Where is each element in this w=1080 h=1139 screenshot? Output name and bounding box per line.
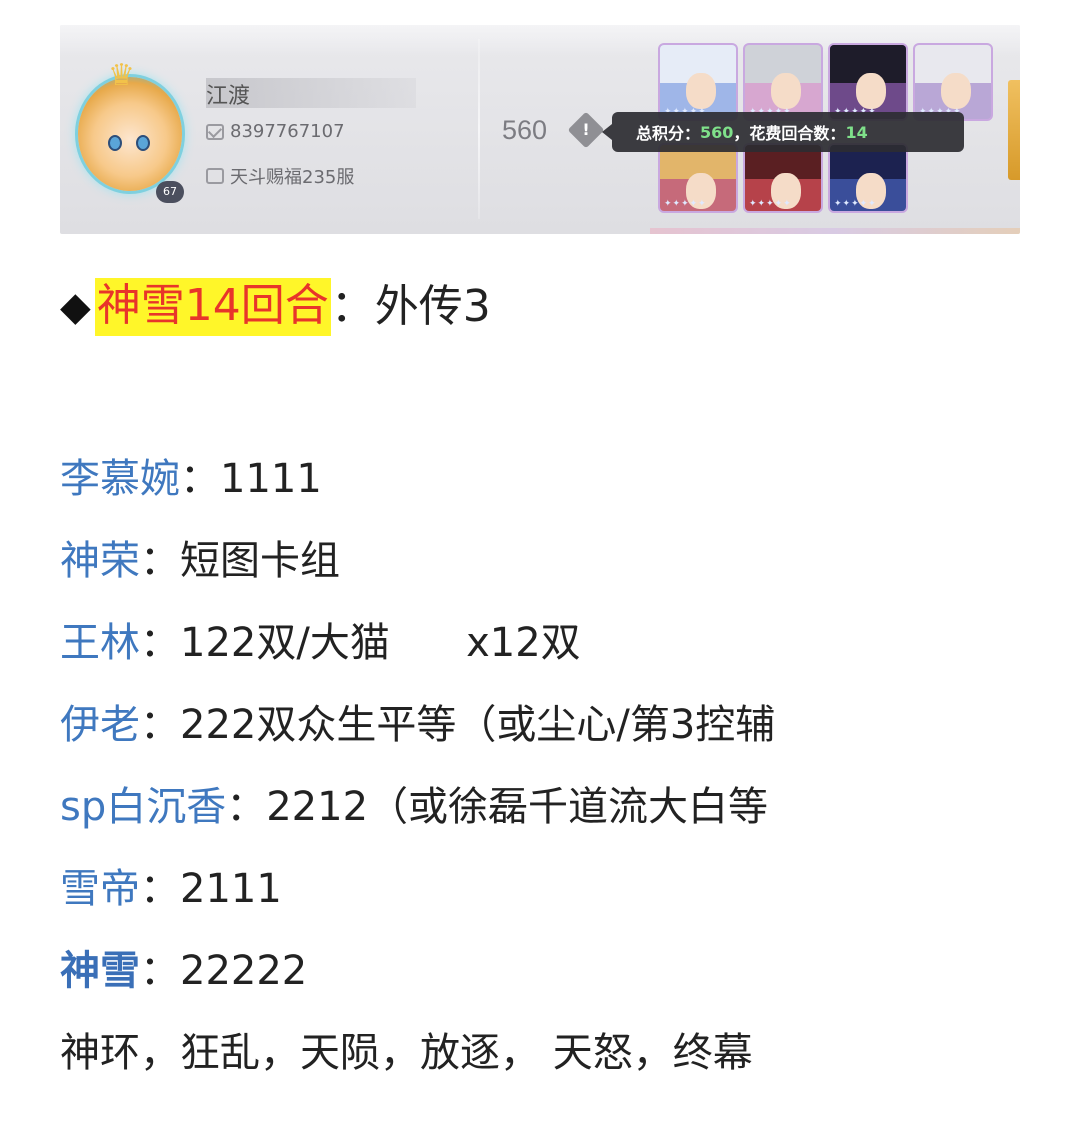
next-row-peek: [650, 228, 1020, 234]
hero-card[interactable]: ✦✦✦✦✦: [658, 143, 738, 213]
hero-card[interactable]: ✦✦✦✦✦: [658, 43, 738, 121]
hero-card[interactable]: ✦✦✦✦✦: [913, 43, 993, 121]
line-value: 短图卡组: [180, 538, 340, 584]
tooltip-rounds-label: ，花费回合数：: [733, 124, 846, 143]
hero-name: 雪帝: [60, 866, 140, 912]
line-value: 2212（或徐磊千道流大白等: [266, 784, 769, 830]
skill-list: 神环，狂乱，天陨，放逐， 天怒，终幕: [60, 1030, 753, 1076]
line-value: 22222: [180, 948, 308, 994]
line-value: 1111: [220, 456, 322, 502]
server-name: 天斗赐福235服: [230, 167, 355, 188]
heading-highlight: 神雪14回合: [94, 278, 331, 336]
server-icon: [206, 168, 224, 184]
player-id: 8397767107: [230, 121, 345, 142]
heading-subtitle: 外传3: [374, 281, 491, 332]
hero-name: 李慕婉: [60, 456, 180, 502]
line-value: 222双众生平等（或尘心/第3控辅: [180, 702, 776, 748]
side-tab[interactable]: [1008, 80, 1020, 180]
server-row: 天斗赐福235服: [206, 163, 354, 189]
line-sep: ：: [140, 620, 180, 666]
diamond-bullet-icon: ◆: [60, 284, 91, 330]
score-tooltip: 总积分： 560 ，花费回合数： 14: [602, 112, 964, 152]
tooltip-score-label: 总积分：: [636, 124, 701, 143]
lineup-line: 王林：122双/大猫 x12双: [60, 612, 775, 694]
hero-name: 神雪: [60, 948, 140, 994]
lineup-line: 雪帝：2111: [60, 858, 775, 940]
tooltip-score-value: 560: [700, 122, 734, 142]
player-id-row: 8397767107: [206, 121, 345, 142]
line-sep: ：: [140, 702, 180, 748]
hero-card[interactable]: ✦✦✦✦✦: [828, 143, 908, 213]
info-icon[interactable]: !: [567, 111, 605, 149]
avatar-eye-left: [108, 135, 122, 151]
lineup-line: 伊老：222双众生平等（或尘心/第3控辅: [60, 694, 775, 776]
line-sep: ：: [140, 538, 180, 584]
lineup-line: 李慕婉：1111: [60, 448, 775, 530]
line-sep: ：: [140, 866, 180, 912]
hero-name: 伊老: [60, 702, 140, 748]
lineup-line: 神雪：22222: [60, 940, 775, 1022]
section-heading: ◆ 神雪14回合 ： 外传3: [60, 272, 491, 342]
hero-card[interactable]: ✦✦✦✦✦: [743, 143, 823, 213]
line-sep: ：: [140, 948, 180, 994]
tooltip-rounds-value: 14: [845, 122, 868, 142]
line-sep: ：: [180, 456, 220, 502]
lineup-line: sp白沉香：2212（或徐磊千道流大白等: [60, 776, 775, 858]
game-screenshot-banner: ♛ 67 江渡 8397767107 天斗赐福235服 560 ! ✦✦✦✦✦ …: [60, 25, 1020, 234]
level-badge: 67: [156, 181, 184, 203]
lineup-list: 李慕婉：1111 神荣：短图卡组 王林：122双/大猫 x12双 伊老：222双…: [60, 448, 775, 1104]
banner-divider: [478, 39, 480, 219]
player-name: 江渡: [206, 84, 251, 109]
hero-name: sp白沉香: [60, 784, 227, 830]
crown-icon: ♛: [108, 58, 135, 93]
line-value: 122双/大猫 x12双: [180, 620, 581, 666]
player-avatar: ♛ 67: [64, 61, 194, 205]
hero-card[interactable]: ✦✦✦✦✦: [743, 43, 823, 121]
hero-name: 神荣: [60, 538, 140, 584]
lineup-line: 神荣：短图卡组: [60, 530, 775, 612]
score-value: 560: [502, 115, 548, 145]
avatar-eye-right: [136, 135, 150, 151]
line-sep: ：: [226, 784, 267, 830]
hero-name: 王林: [60, 620, 140, 666]
heading-colon: ：: [330, 281, 375, 332]
hero-card[interactable]: ✦✦✦✦✦: [828, 43, 908, 121]
avatar-portrait: [78, 77, 182, 191]
mail-icon: [206, 123, 224, 140]
line-value: 2111: [180, 866, 282, 912]
